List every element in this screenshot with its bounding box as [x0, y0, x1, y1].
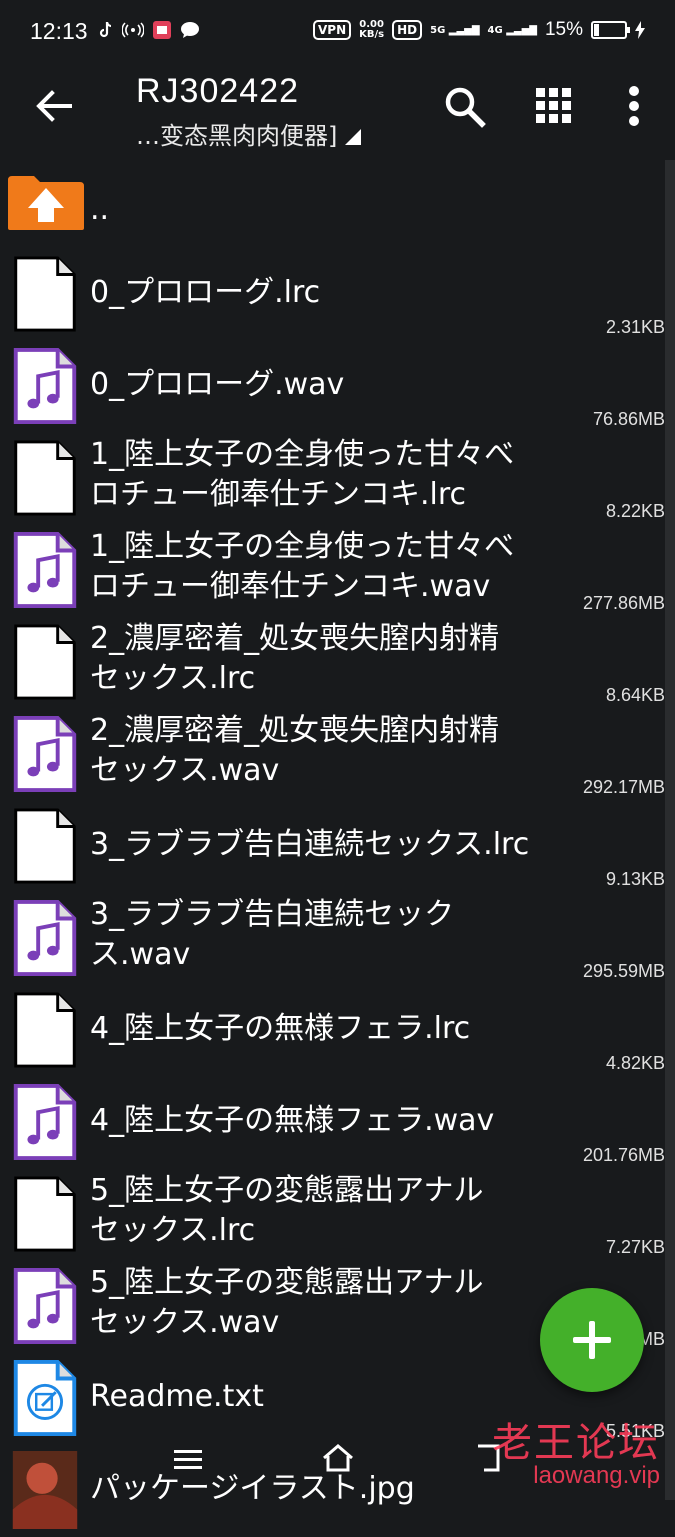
arrow-left-icon	[36, 90, 72, 122]
hd-icon: HD	[392, 20, 423, 40]
file-size: 2.31KB	[605, 317, 665, 337]
battery-icon	[591, 21, 630, 39]
file-name: 5_陸上女子の変態露出アナル	[90, 1265, 484, 1300]
back-button[interactable]	[30, 82, 78, 130]
signal-4g-icon: 4G ▂▃▅▇	[487, 24, 537, 36]
search-icon	[445, 87, 486, 128]
watermark-cn: 老王论坛	[492, 1420, 660, 1466]
file-name: セックス.wav	[90, 753, 280, 788]
file-name: 3_ラブラブ告白連続セックス.lrc	[90, 827, 530, 862]
file-row[interactable]: 3_ラブラブ告白連続セックス.lrc 9.13KB	[0, 807, 665, 893]
file-row[interactable]: 2_濃厚密着_処女喪失膣内射精 セックス.wav 292.17MB	[0, 713, 665, 801]
text-file-icon	[14, 992, 76, 1068]
file-row[interactable]: 0_プロローグ.lrc 2.31KB	[0, 255, 665, 341]
parent-directory-row[interactable]: ..	[0, 172, 665, 240]
tiktok-icon	[99, 21, 112, 38]
system-status-icons: VPN 0.00 KB/s HD 5G ▂▃▅▇ 4G ▂▃▅▇ 15%	[313, 19, 645, 41]
app-notification-icon	[153, 21, 171, 39]
file-name: 0_プロローグ.lrc	[90, 275, 321, 310]
file-size: 277.86MB	[582, 593, 665, 613]
text-file-icon	[14, 440, 76, 516]
file-name: 2_濃厚密着_処女喪失膣内射精	[90, 713, 500, 748]
file-size: 76.86MB	[592, 409, 665, 429]
audio-file-icon	[13, 899, 77, 977]
file-name: 1_陸上女子の全身使った甘々べ	[90, 437, 515, 472]
file-row[interactable]: 3_ラブラブ告白連続セック ス.wav 295.59MB	[0, 897, 665, 985]
folder-title: RJ302422	[136, 72, 300, 110]
add-fab-button[interactable]	[540, 1288, 644, 1392]
file-name: ロチュー御奉仕チンコキ.lrc	[90, 477, 467, 512]
status-bar: 12:13 VPN 0.00 KB/s HD 5G ▂▃▅▇ 4G ▂▃▅▇ 1…	[0, 0, 675, 66]
vpn-icon: VPN	[313, 20, 352, 40]
file-row[interactable]: 2_濃厚密着_処女喪失膣内射精 セックス.lrc 8.64KB	[0, 621, 665, 709]
file-name: 1_陸上女子の全身使った甘々べ	[90, 529, 515, 564]
scrollbar-track[interactable]	[665, 160, 675, 1500]
file-name: 4_陸上女子の無様フェラ.lrc	[90, 1011, 471, 1046]
audio-file-icon	[13, 1083, 77, 1161]
audio-file-icon	[13, 531, 77, 609]
path-label: …变态黑肉肉便器]	[136, 122, 338, 150]
hotspot-icon	[122, 22, 144, 38]
file-size: 201.76MB	[582, 1145, 665, 1165]
more-vert-icon	[629, 86, 639, 126]
text-file-icon	[14, 808, 76, 884]
file-size: 292.17MB	[582, 777, 665, 797]
file-name: ス.wav	[90, 937, 191, 972]
battery-percent: 15%	[544, 19, 583, 40]
document-file-icon	[13, 1359, 77, 1437]
file-name: 4_陸上女子の無様フェラ.wav	[90, 1103, 495, 1138]
grid-icon	[536, 88, 571, 123]
clock: 12:13	[30, 18, 88, 44]
notification-icons	[98, 20, 200, 40]
net-speed: 0.00 KB/s	[359, 19, 385, 40]
file-name: ロチュー御奉仕チンコキ.wav	[90, 569, 491, 604]
audio-file-icon	[13, 1267, 77, 1345]
folder-up-icon	[8, 176, 84, 230]
file-size: 9.13KB	[605, 869, 665, 889]
more-options-button[interactable]	[612, 82, 660, 130]
file-row[interactable]: 0_プロローグ.wav 76.86MB	[0, 347, 665, 433]
file-size: 4.82KB	[605, 1053, 665, 1073]
text-file-icon	[14, 256, 76, 332]
audio-file-icon	[13, 715, 77, 793]
parent-directory-label: ..	[90, 192, 110, 227]
file-row[interactable]: 1_陸上女子の全身使った甘々べ ロチュー御奉仕チンコキ.wav 277.86MB	[0, 529, 665, 617]
signal-5g-icon: 5G ▂▃▅▇	[430, 24, 480, 36]
dropdown-triangle-icon	[345, 129, 362, 145]
watermark: 老王论坛 laowang.vip	[480, 1410, 660, 1490]
file-size: 295.59MB	[582, 961, 665, 981]
file-size: 8.64KB	[605, 685, 665, 705]
file-name: パッケージイラスト.jpg	[90, 1471, 415, 1506]
audio-file-icon	[13, 347, 77, 425]
text-file-icon	[14, 1176, 76, 1252]
message-icon	[181, 22, 199, 38]
file-name: 2_濃厚密着_処女喪失膣内射精	[90, 621, 500, 656]
text-file-icon	[14, 624, 76, 700]
file-name: 5_陸上女子の変態露出アナル	[90, 1173, 484, 1208]
file-row[interactable]: 4_陸上女子の無様フェラ.wav 201.76MB	[0, 1083, 665, 1169]
file-name: Readme.txt	[90, 1379, 264, 1414]
image-thumbnail-icon	[12, 1451, 78, 1529]
view-mode-button[interactable]	[530, 82, 578, 130]
file-row[interactable]: 1_陸上女子の全身使った甘々べ ロチュー御奉仕チンコキ.lrc 8.22KB	[0, 437, 665, 525]
charging-icon	[635, 21, 645, 39]
file-row[interactable]: 4_陸上女子の無様フェラ.lrc 4.82KB	[0, 991, 665, 1077]
file-name: 0_プロローグ.wav	[90, 367, 345, 402]
file-name: 3_ラブラブ告白連続セック	[90, 897, 455, 932]
file-size: 8.22KB	[605, 501, 665, 521]
file-row[interactable]: 5_陸上女子の変態露出アナル セックス.lrc 7.27KB	[0, 1173, 665, 1261]
path-dropdown[interactable]: …变态黑肉肉便器]	[136, 116, 362, 151]
file-size: 7.27KB	[605, 1237, 665, 1257]
menu-icon[interactable]	[172, 1448, 204, 1472]
app-toolbar: RJ302422 …变态黑肉肉便器]	[0, 66, 675, 158]
file-name: セックス.lrc	[90, 661, 256, 696]
search-button[interactable]	[440, 82, 488, 130]
file-name: セックス.lrc	[90, 1213, 256, 1248]
home-icon[interactable]	[320, 1440, 356, 1476]
file-name: セックス.wav	[90, 1305, 280, 1340]
